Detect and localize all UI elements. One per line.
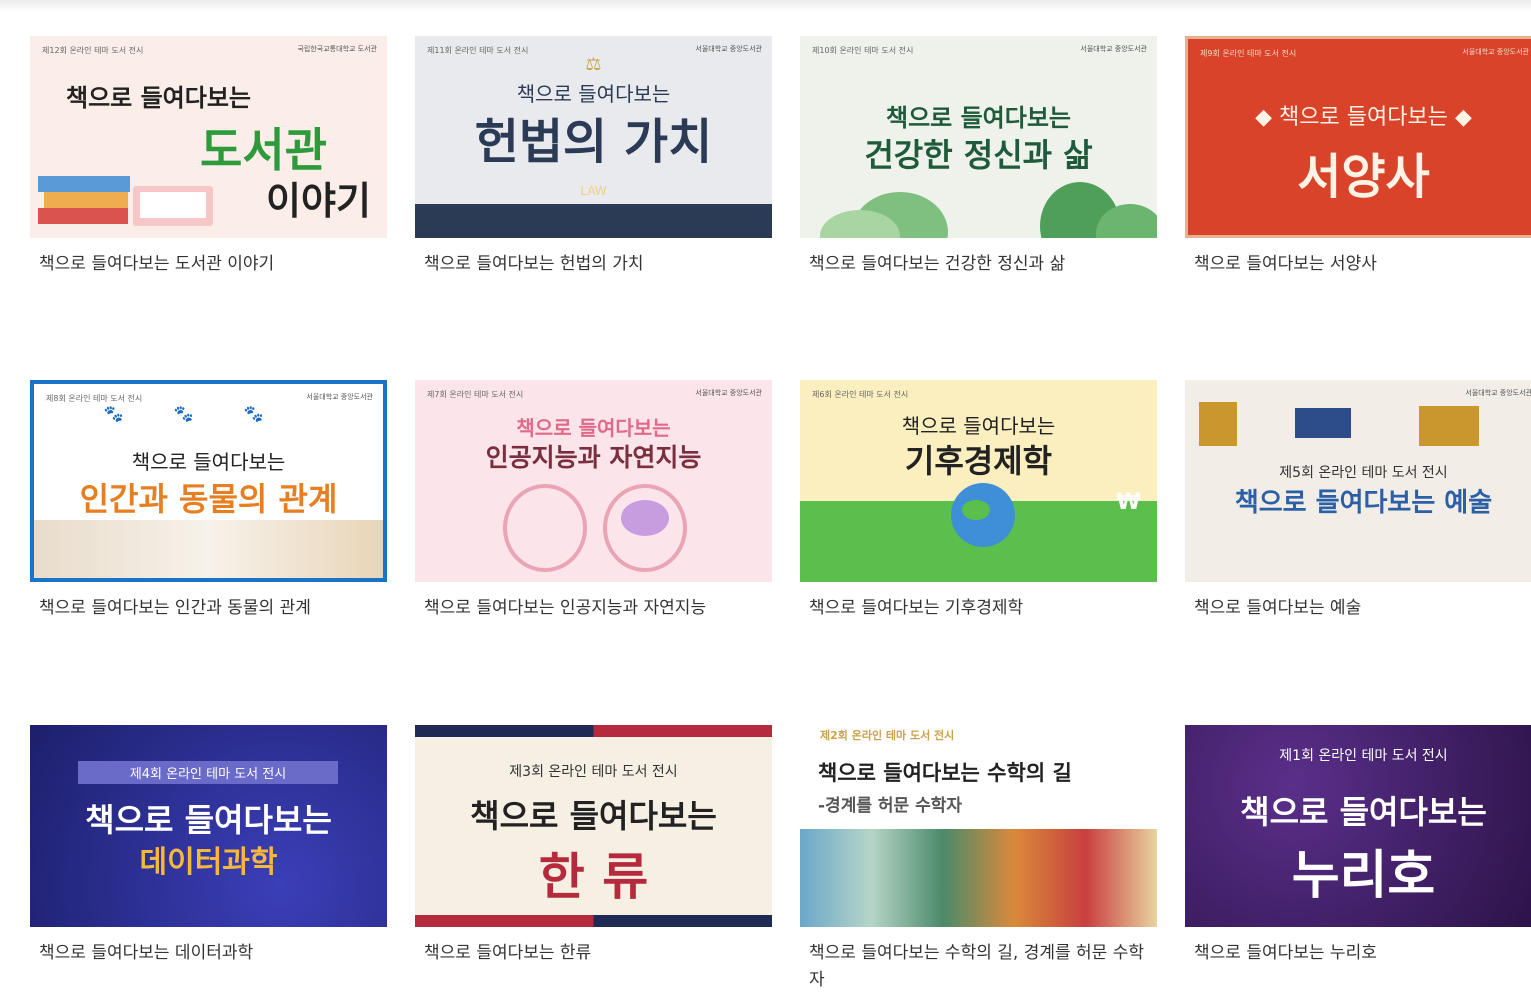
exhibition-title[interactable]: 책으로 들여다보는 건강한 정신과 삶 (809, 251, 1149, 278)
exhibition-title[interactable]: 책으로 들여다보는 예술 (1194, 595, 1531, 622)
exhibition-card[interactable]: 제7회 온라인 테마 도서 전시 서울대학교 중앙도서관 책으로 들여다보는 인… (415, 380, 772, 618)
exhibition-thumbnail[interactable]: 제4회 온라인 테마 도서 전시 책으로 들여다보는 데이터과학 (30, 725, 387, 927)
exhibition-title[interactable]: 책으로 들여다보는 서양사 (1194, 251, 1531, 278)
exhibition-thumbnail[interactable]: 제10회 온라인 테마 도서 전시 서울대학교 중앙도서관 책으로 들여다보는 … (800, 36, 1157, 238)
thumb-title: 책으로 들여다보는 (470, 797, 717, 835)
thumb-title: 건강한 정신과 삶 (864, 136, 1093, 174)
library-logo: 서울대학교 중앙도서관 (306, 393, 373, 401)
exhibition-card[interactable]: 제10회 온라인 테마 도서 전시 서울대학교 중앙도서관 책으로 들여다보는 … (800, 36, 1157, 274)
thumb-title: 책으로 들여다보는 예술 (1234, 488, 1493, 518)
thumb-prefix: 책으로 들여다보는 (901, 414, 1056, 438)
exhibition-card[interactable]: 제1회 온라인 테마 도서 전시 책으로 들여다보는 누리호 책으로 들여다보는… (1185, 725, 1531, 963)
thumb-tag: 제2회 온라인 테마 도서 전시 (820, 729, 955, 742)
thumb-prefix: 책으로 들여다보는 (516, 416, 671, 440)
top-divider (0, 0, 1531, 12)
thumb-title: 책으로 들여다보는 (85, 801, 332, 839)
won-coin-icon: ₩ (1116, 490, 1141, 515)
thumb-tag: 제7회 온라인 테마 도서 전시 (427, 390, 524, 399)
exhibition-title[interactable]: 책으로 들여다보는 도서관 이야기 (39, 251, 379, 278)
thumb-tag: 제9회 온라인 테마 도서 전시 (1200, 49, 1297, 58)
trees-illustration (820, 182, 1157, 238)
thumb-title-line2: 데이터과학 (139, 845, 278, 880)
thumb-title-line2: -경계를 허문 수학자 (818, 796, 963, 816)
exhibition-card[interactable]: 제12회 온라인 테마 도서 전시 국립한국교통대학교 도서관 책으로 들여다보… (30, 36, 387, 274)
exhibition-card[interactable]: 제11회 온라인 테마 도서 전시 서울대학교 중앙도서관 ⚖ 책으로 들여다보… (415, 36, 772, 274)
thumb-prefix: 책으로 들여다보는 (131, 450, 286, 474)
library-logo: 국립한국교통대학교 도서관 (297, 45, 377, 53)
footer-band (415, 204, 772, 238)
thumb-title: 서양사 (1297, 149, 1430, 205)
top-band (415, 725, 772, 737)
exhibition-thumbnail[interactable]: 제11회 온라인 테마 도서 전시 서울대학교 중앙도서관 ⚖ 책으로 들여다보… (415, 36, 772, 238)
thumb-prefix: 책으로 들여다보는 (886, 104, 1071, 132)
law-book-icon: LAW (580, 184, 607, 198)
exhibition-thumbnail[interactable]: 제1회 온라인 테마 도서 전시 책으로 들여다보는 누리호 (1185, 725, 1531, 927)
exhibition-thumbnail[interactable]: 제6회 온라인 테마 도서 전시 책으로 들여다보는 기후경제학 ₩ (800, 380, 1157, 582)
exhibition-card[interactable]: 서울대학교 중앙도서관 제5회 온라인 테마 도서 전시 책으로 들여다보는 예… (1185, 380, 1531, 618)
exhibition-thumbnail[interactable]: 제2회 온라인 테마 도서 전시 책으로 들여다보는 수학의 길 -경계를 허문… (800, 725, 1157, 927)
exhibition-card[interactable]: 제9회 온라인 테마 도서 전시 서울대학교 중앙도서관 ◆ 책으로 들여다보는… (1185, 36, 1531, 274)
thumb-prefix: 제4회 온라인 테마 도서 전시 (78, 761, 338, 784)
library-logo: 서울대학교 중앙도서관 (695, 389, 762, 397)
bottom-band (415, 915, 772, 927)
brain-heads-illustration (503, 484, 687, 572)
animals-illustration (34, 520, 383, 578)
thumb-prefix: 제1회 온라인 테마 도서 전시 (1279, 748, 1448, 764)
exhibition-title[interactable]: 책으로 들여다보는 인간과 동물의 관계 (39, 595, 379, 622)
exhibition-thumbnail[interactable]: 서울대학교 중앙도서관 제5회 온라인 테마 도서 전시 책으로 들여다보는 예… (1185, 380, 1531, 582)
thumb-title-line2: 한 류 (538, 848, 649, 906)
thumb-title: 책으로 들여다보는 수학의 길 (818, 761, 1072, 785)
thumb-title: 헌법의 가치 (474, 114, 713, 170)
thumb-tag: 제6회 온라인 테마 도서 전시 (812, 390, 909, 399)
thumb-title: 책으로 들여다보는 (1240, 793, 1487, 831)
exhibition-title[interactable]: 책으로 들여다보는 한류 (424, 940, 764, 967)
exhibition-card[interactable]: 제4회 온라인 테마 도서 전시 책으로 들여다보는 데이터과학 책으로 들여다… (30, 725, 387, 963)
exhibition-thumbnail[interactable]: 제12회 온라인 테마 도서 전시 국립한국교통대학교 도서관 책으로 들여다보… (30, 36, 387, 238)
exhibition-title[interactable]: 책으로 들여다보는 헌법의 가치 (424, 251, 764, 278)
thumb-title: 기후경제학 (904, 442, 1053, 480)
exhibition-card[interactable]: 제6회 온라인 테마 도서 전시 책으로 들여다보는 기후경제학 ₩ 책으로 들… (800, 380, 1157, 618)
thumb-tag: 제8회 온라인 테마 도서 전시 (46, 394, 143, 403)
thumb-prefix: 제3회 온라인 테마 도서 전시 (509, 764, 678, 780)
exhibition-title[interactable]: 책으로 들여다보는 누리호 (1194, 940, 1531, 967)
exhibition-title[interactable]: 책으로 들여다보는 데이터과학 (39, 940, 379, 967)
thumb-tag: 제10회 온라인 테마 도서 전시 (812, 46, 914, 55)
book-illustration (800, 829, 1157, 927)
library-logo: 서울대학교 중앙도서관 (695, 45, 762, 53)
exhibition-title[interactable]: 책으로 들여다보는 수학의 길, 경계를 허문 수학자 (809, 940, 1149, 994)
library-logo: 서울대학교 중앙도서관 (1462, 48, 1529, 56)
exhibition-thumbnail[interactable]: 제8회 온라인 테마 도서 전시 서울대학교 중앙도서관 🐾🐾🐾 책으로 들여다… (30, 380, 387, 582)
library-logo: 서울대학교 중앙도서관 (1080, 45, 1147, 53)
thumb-title: 인간과 동물의 관계 (79, 480, 338, 518)
exhibition-thumbnail[interactable]: 제7회 온라인 테마 도서 전시 서울대학교 중앙도서관 책으로 들여다보는 인… (415, 380, 772, 582)
thumb-prefix: 제5회 온라인 테마 도서 전시 (1279, 465, 1448, 481)
library-logo: 서울대학교 중앙도서관 (1465, 389, 1531, 397)
exhibition-thumbnail[interactable]: 제9회 온라인 테마 도서 전시 서울대학교 중앙도서관 ◆ 책으로 들여다보는… (1185, 36, 1531, 238)
exhibition-title[interactable]: 책으로 들여다보는 기후경제학 (809, 595, 1149, 622)
exhibition-card[interactable]: 제3회 온라인 테마 도서 전시 책으로 들여다보는 한 류 책으로 들여다보는… (415, 725, 772, 963)
scale-icon: ⚖ (585, 54, 602, 75)
exhibition-card[interactable]: 제8회 온라인 테마 도서 전시 서울대학교 중앙도서관 🐾🐾🐾 책으로 들여다… (30, 380, 387, 618)
thumb-tag: 제12회 온라인 테마 도서 전시 (42, 46, 144, 55)
thumb-title: 인공지능과 자연지능 (485, 443, 702, 472)
thumb-title-line2: 누리호 (1291, 846, 1436, 906)
exhibition-card[interactable]: 제2회 온라인 테마 도서 전시 책으로 들여다보는 수학의 길 -경계를 허문… (800, 725, 1157, 990)
thumb-prefix: 책으로 들여다보는 (66, 84, 251, 112)
thumb-prefix: ◆ 책으로 들여다보는 ◆ (1255, 105, 1472, 130)
exhibition-thumbnail[interactable]: 제3회 온라인 테마 도서 전시 책으로 들여다보는 한 류 (415, 725, 772, 927)
paintings-illustration (1199, 402, 1479, 446)
exhibition-title[interactable]: 책으로 들여다보는 인공지능과 자연지능 (424, 595, 764, 622)
paw-icon: 🐾🐾🐾 (103, 404, 314, 423)
books-illustration (38, 176, 213, 226)
